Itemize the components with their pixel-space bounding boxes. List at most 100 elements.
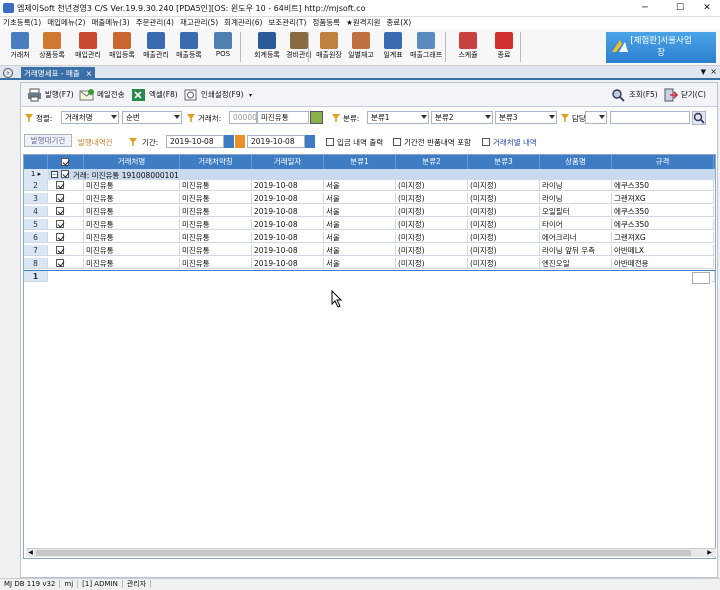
pending-tab-button[interactable]: 발행대기건	[24, 134, 72, 147]
column-header[interactable]	[48, 155, 84, 169]
close-panel-button[interactable]: 닫기(C)	[661, 87, 706, 103]
menu-item[interactable]: 보조관리(T)	[265, 17, 309, 29]
print-settings-button[interactable]: 인쇄설정(F9) ▾	[181, 87, 252, 103]
date-from-value: 2019-10-08	[170, 137, 214, 146]
excel-button[interactable]: 엑셀(F8)	[129, 87, 178, 103]
row-checkbox[interactable]	[56, 246, 64, 254]
client-code-input[interactable]: 000005	[229, 111, 257, 124]
client-lookup-icon[interactable]	[310, 111, 323, 124]
group-checkbox[interactable]	[61, 170, 69, 178]
tab-close-icon[interactable]: ×	[86, 67, 92, 80]
column-header[interactable]: 분류3	[468, 155, 540, 169]
sort-order-select[interactable]: 순번	[122, 111, 182, 124]
column-header[interactable]: 상품명	[540, 155, 612, 169]
issued-tab-button[interactable]: 발행내역건	[78, 137, 113, 148]
toolbar-button[interactable]: 매출원장	[313, 31, 345, 64]
close-button[interactable]: ✕	[692, 0, 720, 17]
footer-cell-button[interactable]	[692, 272, 710, 284]
menu-item[interactable]: 재고관리(5)	[177, 17, 221, 29]
keyword-search-icon[interactable]	[692, 111, 706, 125]
deposit-print-checkbox[interactable]	[326, 138, 334, 146]
toolbar-button[interactable]: 매출그래프	[410, 31, 442, 64]
row-checkbox[interactable]	[56, 259, 64, 267]
toolbar-button[interactable]: 상품등록	[36, 31, 68, 64]
table-row[interactable]: 8 미진유통 미진유통 2019-10-08 서울 (미지정) (미지정) 엔진오일 아반떼전용	[24, 258, 715, 269]
category3-select[interactable]: 분류3	[495, 111, 557, 124]
expense-icon	[290, 32, 308, 49]
toolbar-button[interactable]: 스케쥴	[452, 31, 484, 64]
column-header[interactable]: 거래처명	[84, 155, 180, 169]
toolbar-button[interactable]: 회계등록	[251, 31, 283, 64]
category2-select[interactable]: 분류2	[431, 111, 493, 124]
date-to-picker-icon[interactable]	[305, 135, 315, 148]
group-row[interactable]: 1 ▸ − 거래: 미진유통 191008000101	[24, 169, 715, 180]
manager-select[interactable]	[585, 111, 607, 124]
date-stepper-icon[interactable]	[235, 135, 245, 148]
column-header[interactable]	[24, 155, 48, 169]
include-returns-checkbox[interactable]	[393, 138, 401, 146]
toolbar-button[interactable]: 매출등록	[173, 31, 205, 64]
category1-select[interactable]: 분류1	[367, 111, 429, 124]
print-settings-dropdown-icon[interactable]: ▾	[249, 92, 252, 99]
column-header[interactable]: 분류2	[396, 155, 468, 169]
menu-item[interactable]: 매출메뉴(3)	[88, 17, 132, 29]
table-row[interactable]: 3 미진유통 미진유통 2019-10-08 서울 (미지정) (미지정) 라이닝 그랜져XG	[24, 193, 715, 204]
menu-item[interactable]: 종료(X)	[383, 17, 414, 29]
column-header[interactable]: 규격	[612, 155, 714, 169]
row-checkbox[interactable]	[56, 181, 64, 189]
toolbar-button[interactable]: 일계표	[377, 31, 409, 64]
column-header[interactable]: 분류1	[324, 155, 396, 169]
row-checkbox[interactable]	[56, 220, 64, 228]
toolbar-button[interactable]: 매입관리	[72, 31, 104, 64]
column-header[interactable]: 거래처약칭	[180, 155, 252, 169]
row-checkbox[interactable]	[56, 233, 64, 241]
table-row[interactable]: 6 미진유통 미진유통 2019-10-08 서울 (미지정) (미지정) 에어크리너 그랜져X…	[24, 232, 715, 243]
category-filter-icon	[332, 114, 340, 122]
toolbar-button[interactable]: 매입등록	[106, 31, 138, 64]
menu-item[interactable]: ★원격지원	[343, 17, 383, 29]
date-from-input[interactable]: 2019-10-08	[166, 135, 224, 148]
trial-banner[interactable]: [체험판]서울사업 장	[606, 32, 716, 63]
keyword-input[interactable]	[610, 111, 690, 124]
search-button[interactable]: 조회(F5)	[609, 87, 658, 103]
toolbar-button[interactable]: 거래처	[4, 31, 36, 64]
sort-select[interactable]: 거래처명	[61, 111, 119, 124]
row-checkbox-cell	[48, 258, 84, 269]
scroll-right-icon[interactable]: ▶	[705, 549, 714, 557]
menu-item[interactable]: 매입메뉴(2)	[44, 17, 88, 29]
tab-close-all-icon[interactable]: ×	[710, 67, 717, 76]
minimize-button[interactable]: ─	[630, 0, 660, 17]
toolbar-button[interactable]: 종료	[488, 31, 520, 64]
maximize-button[interactable]: ☐	[665, 0, 695, 17]
tab-dropdown-icon[interactable]: ▼	[701, 68, 706, 76]
toolbar-label: 회계등록	[254, 51, 280, 59]
toolbar-button[interactable]: POS	[207, 31, 239, 64]
client-name-input[interactable]: 미진유통	[257, 111, 309, 124]
horizontal-scrollbar[interactable]: ◀ ▶	[26, 548, 716, 557]
row-checkbox[interactable]	[56, 207, 64, 215]
toolbar-button[interactable]: 매출관리	[140, 31, 172, 64]
tab-sales-statement[interactable]: 거래명세표 - 매출 ×	[21, 67, 95, 80]
by-client-checkbox[interactable]	[482, 138, 490, 146]
print-button[interactable]: 발행(F7)	[25, 87, 74, 103]
toolbar-button[interactable]: 일별재고	[345, 31, 377, 64]
scrollbar-thumb[interactable]	[36, 550, 691, 556]
nav-arrow-icon[interactable]: ›	[3, 68, 13, 78]
menu-item[interactable]: 회계관리(6)	[221, 17, 265, 29]
table-row[interactable]: 2 미진유통 미진유통 2019-10-08 서울 (미지정) (미지정) 라이닝 에쿠스350	[24, 180, 715, 191]
date-from-picker-icon[interactable]	[224, 135, 234, 148]
date-to-input[interactable]: 2019-10-08	[247, 135, 305, 148]
table-row[interactable]: 7 미진유통 미진유통 2019-10-08 서울 (미지정) (미지정) 라이닝 앞뒤 우측…	[24, 245, 715, 256]
column-header[interactable]: 거래일자	[252, 155, 324, 169]
table-row[interactable]: 5 미진유통 미진유통 2019-10-08 서울 (미지정) (미지정) 타이어 에쿠스350	[24, 219, 715, 230]
toolbar-button[interactable]: 경비관리	[283, 31, 315, 64]
row-checkbox[interactable]	[56, 194, 64, 202]
scroll-left-icon[interactable]: ◀	[26, 549, 35, 557]
select-all-checkbox[interactable]	[61, 158, 69, 166]
collapse-icon[interactable]: −	[51, 171, 58, 178]
menu-item[interactable]: 주문관리(4)	[133, 17, 177, 29]
menu-item[interactable]: 기초등록(1)	[0, 17, 44, 29]
table-row[interactable]: 4 미진유통 미진유통 2019-10-08 서울 (미지정) (미지정) 오일필터 에쿠스35…	[24, 206, 715, 217]
menu-item[interactable]: 정품등록	[309, 17, 343, 29]
mail-button[interactable]: 메일전송	[77, 87, 125, 103]
